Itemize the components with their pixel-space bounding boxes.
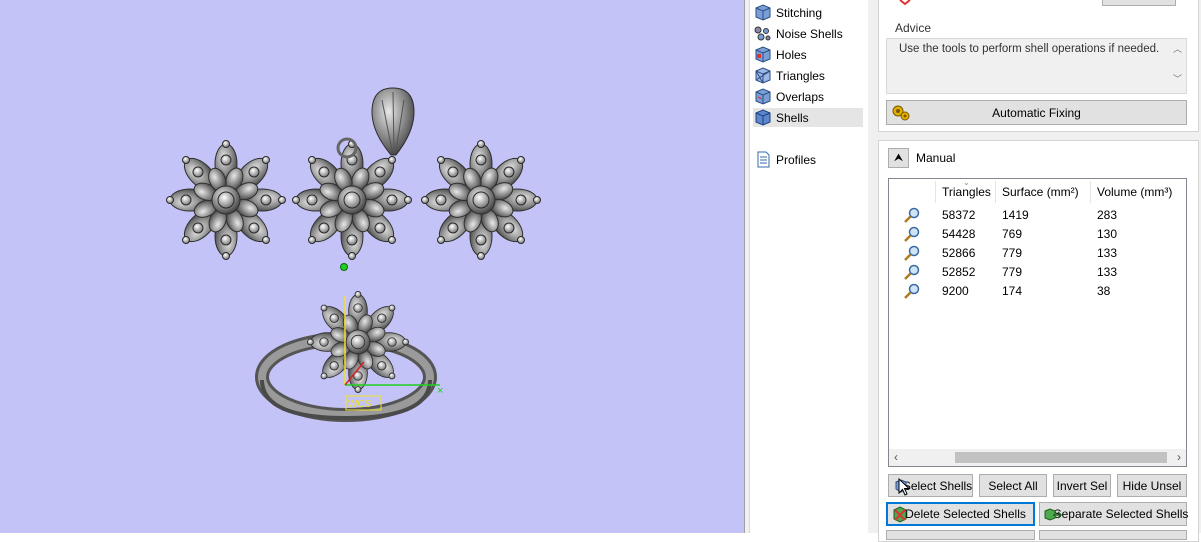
model-scene: × WCS	[166, 87, 541, 422]
hide-unselected-button[interactable]: Hide Unsel	[1117, 474, 1187, 497]
zoom-to-shell-icon[interactable]	[903, 282, 921, 300]
cell-surface: 1419	[1002, 208, 1029, 222]
fix-navigation-tree: Stitching Noise Shells Holes Triangles O…	[750, 0, 869, 533]
partial-button-below[interactable]	[1039, 530, 1187, 540]
pivot-point	[340, 263, 348, 271]
collapse-manual-button[interactable]: ⮝	[888, 148, 909, 168]
holes-icon	[755, 46, 771, 63]
nav-item-label: Holes	[776, 47, 807, 62]
svg-text:×: ×	[437, 385, 443, 397]
invert-selection-button[interactable]: Invert Sel	[1053, 474, 1111, 497]
table-row[interactable]: 54428 769 130	[889, 224, 1186, 243]
top-partial-button[interactable]	[1102, 0, 1176, 6]
zoom-to-shell-icon[interactable]	[903, 244, 921, 262]
separate-selected-shells-button[interactable]: Separate Selected Shells	[1039, 502, 1188, 526]
hide-unselected-label: Hide Unsel	[1122, 478, 1182, 493]
cell-volume: 38	[1097, 284, 1111, 298]
automatic-fixing-button[interactable]: Automatic Fixing	[886, 100, 1187, 125]
delete-selected-shells-button[interactable]: Delete Selected Shells	[886, 502, 1035, 526]
select-all-label: Select All	[988, 478, 1038, 493]
overlaps-icon	[755, 88, 771, 105]
cell-surface: 779	[1002, 265, 1023, 279]
stitching-icon	[755, 4, 771, 21]
cell-triangles: 54428	[942, 227, 976, 241]
table-row[interactable]: 52866 779 133	[889, 243, 1186, 262]
nav-item-label: Profiles	[776, 152, 817, 167]
automatic-fixing-icon	[892, 105, 910, 121]
chevron-down-icon[interactable]: ﹀	[1173, 72, 1182, 85]
chevron-up-icon: ⮝	[893, 151, 904, 164]
column-header-volume[interactable]: Volume (mm³)	[1097, 185, 1172, 199]
3d-viewport[interactable]: × WCS	[0, 0, 744, 533]
nav-item-label: Overlaps	[776, 89, 825, 104]
nav-item-shells[interactable]: Shells	[753, 108, 863, 127]
cell-triangles: 52866	[942, 246, 976, 260]
noise-shells-icon	[754, 26, 771, 41]
wcs-label: WCS	[348, 399, 372, 410]
profiles-icon	[757, 151, 770, 168]
horizontal-scrollbar[interactable]: ‹ ›	[889, 449, 1186, 466]
cell-triangles: 58372	[942, 208, 976, 222]
zoom-to-shell-icon[interactable]	[903, 206, 921, 224]
table-row[interactable]: 9200 174 38	[889, 281, 1186, 300]
column-header-triangles[interactable]: Triangles	[942, 185, 991, 199]
cell-surface: 769	[1002, 227, 1023, 241]
nav-item-profiles[interactable]: Profiles	[753, 150, 863, 169]
shells-icon	[755, 109, 771, 126]
cell-volume: 133	[1097, 246, 1118, 260]
nav-item-label: Shells	[776, 110, 809, 125]
invert-selection-label: Invert Sel	[1056, 478, 1108, 493]
close-icon[interactable]	[898, 0, 912, 6]
manual-title: Manual	[916, 151, 956, 165]
center-pendant	[292, 140, 412, 260]
cell-triangles: 9200	[942, 284, 969, 298]
scroll-left-icon[interactable]: ‹	[894, 450, 898, 464]
nav-item-noise-shells[interactable]: Noise Shells	[753, 24, 863, 43]
cell-surface: 174	[1002, 284, 1023, 298]
cell-volume: 130	[1097, 227, 1118, 241]
right-earring	[421, 140, 541, 260]
partial-button-below[interactable]	[886, 530, 1035, 540]
nav-item-stitching[interactable]: Stitching	[753, 3, 863, 22]
scrollbar-thumb[interactable]	[955, 452, 1167, 463]
scroll-right-icon[interactable]: ›	[1177, 450, 1181, 464]
cell-surface: 779	[1002, 246, 1023, 260]
column-header-surface[interactable]: Surface (mm²)	[1002, 185, 1079, 199]
advice-text-box[interactable]: Use the tools to perform shell operation…	[886, 38, 1187, 94]
mouse-cursor-icon	[898, 478, 911, 496]
nav-item-holes[interactable]: Holes	[753, 45, 863, 64]
left-earring	[166, 140, 286, 260]
nav-item-label: Noise Shells	[776, 26, 843, 41]
cell-triangles: 52852	[942, 265, 976, 279]
shells-table[interactable]: Triangles ⌄ Surface (mm²) Volume (mm³) 5…	[888, 178, 1187, 467]
nav-item-overlaps[interactable]: Overlaps	[753, 87, 863, 106]
cell-volume: 283	[1097, 208, 1118, 222]
advice-title: Advice	[895, 21, 932, 35]
nav-item-label: Stitching	[776, 5, 823, 20]
select-all-button[interactable]: Select All	[979, 474, 1047, 497]
advice-text: Use the tools to perform shell operation…	[899, 43, 1160, 55]
sort-indicator-icon: ⌄	[963, 178, 970, 187]
zoom-to-shell-icon[interactable]	[903, 263, 921, 281]
delete-shells-icon	[893, 506, 907, 523]
table-row[interactable]: 52852 779 133	[889, 262, 1186, 281]
separate-shells-icon	[1044, 508, 1063, 521]
triangles-icon	[755, 67, 771, 84]
table-row[interactable]: 58372 1419 283	[889, 205, 1186, 224]
delete-selected-shells-label: Delete Selected Shells	[905, 507, 1026, 521]
cell-volume: 133	[1097, 265, 1118, 279]
nav-item-triangles[interactable]: Triangles	[753, 66, 863, 85]
zoom-to-shell-icon[interactable]	[903, 225, 921, 243]
automatic-fixing-label: Automatic Fixing	[992, 105, 1081, 120]
chevron-up-icon[interactable]: ︿	[1173, 42, 1182, 55]
nav-item-label: Triangles	[776, 68, 825, 83]
